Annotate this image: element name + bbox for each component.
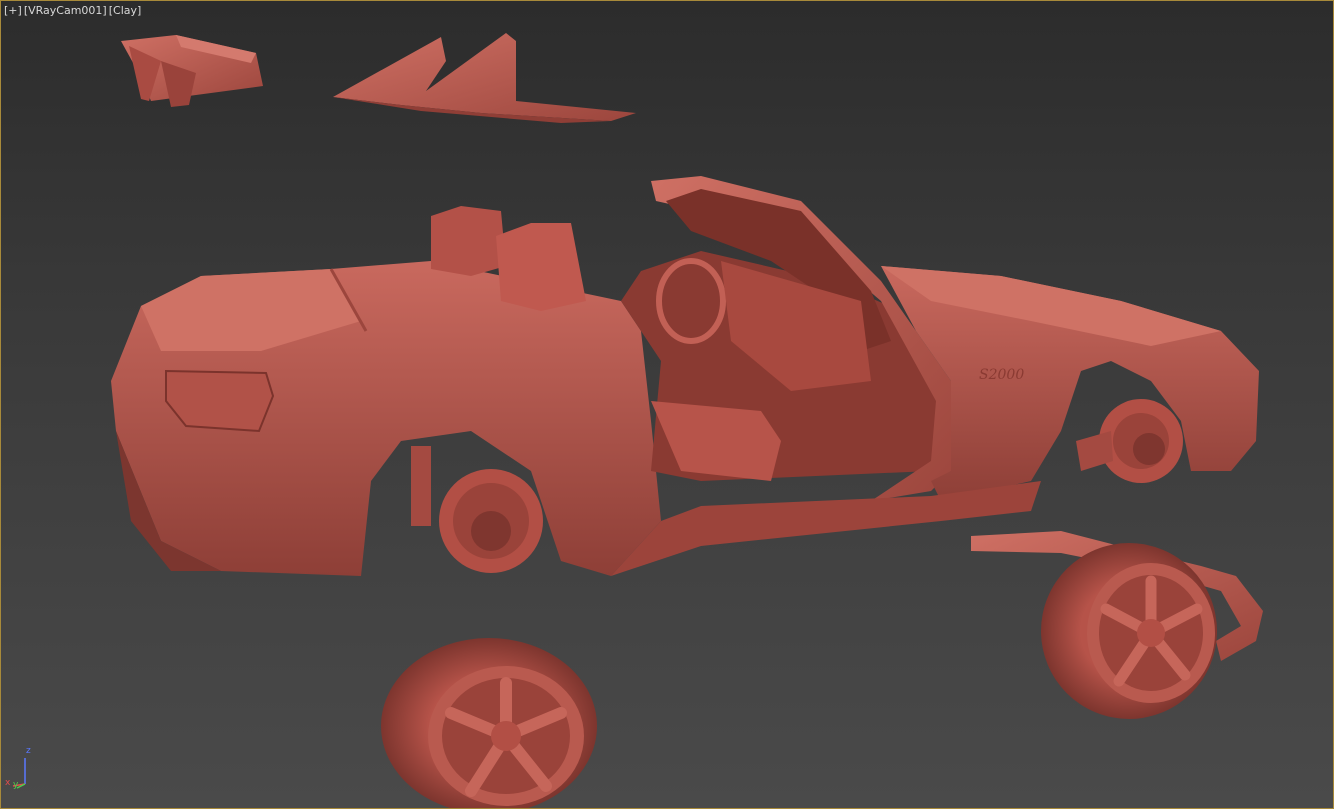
front-wheel[interactable]: [381, 638, 597, 809]
front-lip-piece[interactable]: [333, 33, 636, 123]
car-body[interactable]: S2000: [111, 176, 1259, 576]
front-brake-assembly[interactable]: [1076, 399, 1183, 483]
gizmo-z-label: z: [26, 746, 31, 756]
gizmo-x-label: x: [5, 778, 11, 788]
rear-wheel[interactable]: [1041, 543, 1217, 719]
scene-render: S2000: [111, 33, 1263, 809]
axis-gizmo: z x y: [3, 746, 43, 790]
rear-spoiler-piece[interactable]: [121, 35, 263, 107]
gizmo-y-label: y: [13, 780, 19, 790]
car-badge: S2000: [979, 367, 1024, 383]
perspective-viewport[interactable]: [+] [VRayCam001] [Clay] S2000 z x y: [0, 0, 1334, 809]
